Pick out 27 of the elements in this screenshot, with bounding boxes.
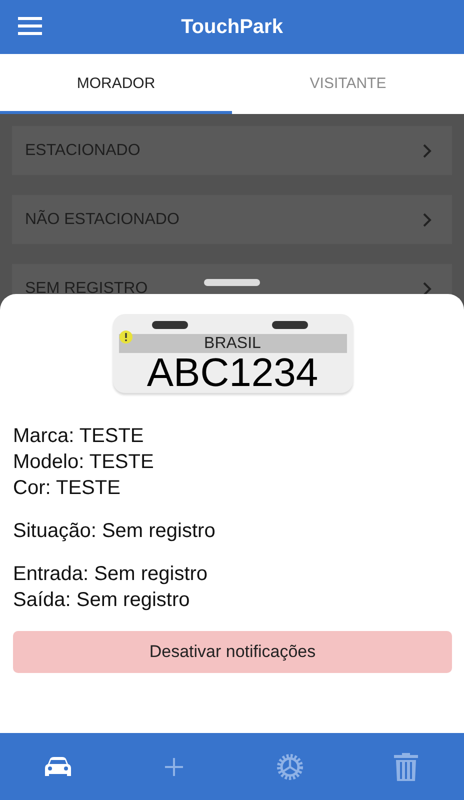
list-item[interactable]: NÃO ESTACIONADO — [12, 195, 452, 244]
plate-hole — [152, 321, 188, 329]
plate-country: BRASIL — [204, 334, 261, 352]
info-line: Situação: Sem registro — [13, 519, 216, 544]
info-line: Entrada: Sem registro — [13, 562, 209, 587]
seal-icon — [118, 330, 132, 344]
list-item-label: SEM REGISTRO — [25, 280, 148, 298]
app-title: TouchPark — [181, 16, 283, 38]
menu-icon[interactable] — [18, 17, 42, 35]
info-line: Marca: TESTE — [13, 424, 145, 449]
list-item-label: NÃO ESTACIONADO — [25, 210, 180, 228]
info-line: Saída: Sem registro — [13, 588, 191, 613]
chevron-icon — [422, 280, 432, 296]
list-item-label: ESTACIONADO — [25, 142, 140, 160]
chevron-icon — [422, 142, 432, 158]
trash-icon[interactable] — [394, 752, 418, 780]
disable-notifications-button[interactable]: Desativar notificações — [13, 631, 452, 673]
plate-number: ABC1234 — [146, 353, 318, 393]
drag-handle[interactable] — [204, 279, 260, 286]
info-line: Cor: TESTE — [13, 476, 122, 501]
list-item[interactable]: ESTACIONADO — [12, 126, 452, 175]
add-icon[interactable] — [164, 756, 184, 776]
chevron-icon — [422, 212, 432, 228]
settings-icon[interactable] — [276, 752, 304, 780]
car-icon[interactable] — [45, 756, 71, 778]
info-line: Modelo: TESTE — [13, 450, 155, 475]
plate-hole — [272, 321, 308, 329]
